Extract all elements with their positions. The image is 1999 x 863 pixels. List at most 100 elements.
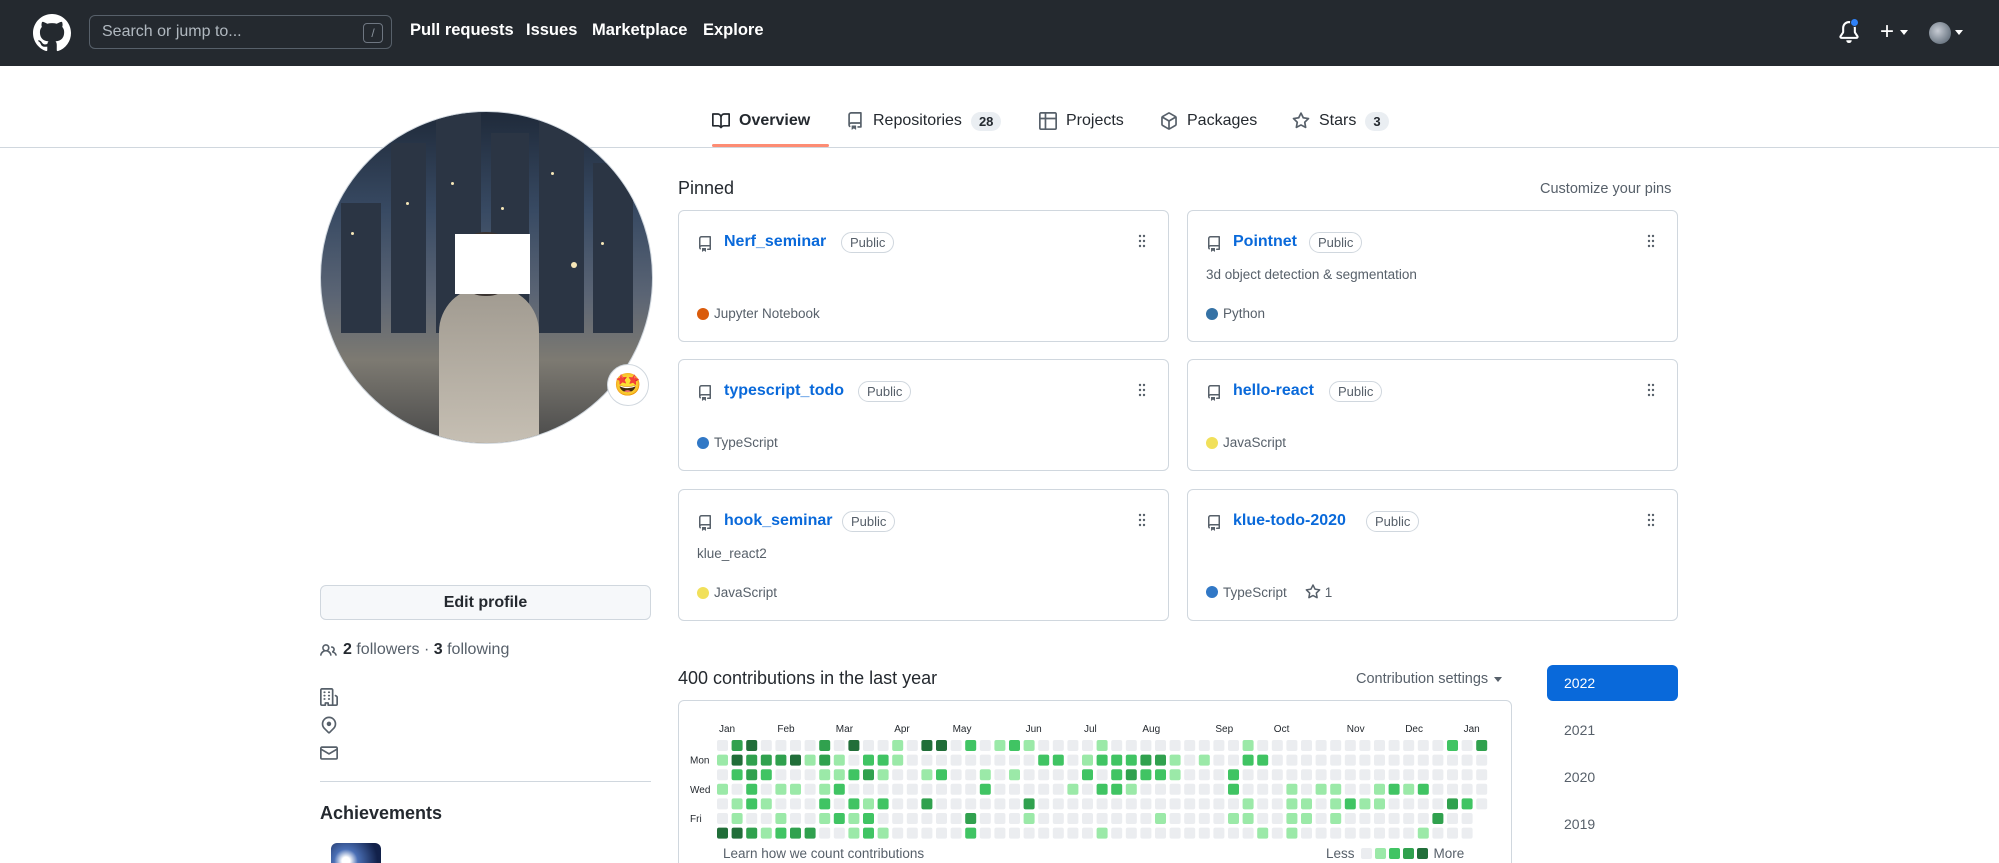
contribution-day-cell[interactable]: [1432, 827, 1444, 839]
contribution-day-cell[interactable]: [760, 827, 772, 839]
contribution-day-cell[interactable]: [819, 783, 831, 795]
status-emoji-button[interactable]: 🤩: [607, 364, 649, 406]
contribution-day-cell[interactable]: [1315, 783, 1327, 795]
contribution-day-cell[interactable]: [1184, 798, 1196, 810]
contribution-day-cell[interactable]: [892, 798, 904, 810]
contribution-day-cell[interactable]: [877, 754, 889, 766]
contribution-day-cell[interactable]: [1228, 798, 1239, 810]
contribution-day-cell[interactable]: [863, 827, 874, 839]
contribution-day-cell[interactable]: [1286, 740, 1298, 751]
contribution-day-cell[interactable]: [819, 813, 831, 824]
contribution-day-cell[interactable]: [848, 754, 860, 766]
contribution-day-cell[interactable]: [760, 754, 772, 766]
contribution-day-cell[interactable]: [1082, 769, 1093, 781]
contribution-day-cell[interactable]: [1476, 740, 1488, 751]
contribution-day-cell[interactable]: [717, 813, 728, 824]
contribution-day-cell[interactable]: [1271, 798, 1283, 810]
search-input[interactable]: [102, 16, 342, 48]
contribution-day-cell[interactable]: [950, 813, 962, 824]
contribution-day-cell[interactable]: [1403, 813, 1415, 824]
contribution-day-cell[interactable]: [790, 754, 801, 766]
contribution-day-cell[interactable]: [1242, 769, 1254, 781]
contribution-day-cell[interactable]: [994, 798, 1006, 810]
contribution-day-cell[interactable]: [877, 740, 889, 751]
nav-marketplace[interactable]: Marketplace: [592, 21, 687, 40]
contribution-day-cell[interactable]: [1140, 769, 1152, 781]
contribution-day-cell[interactable]: [746, 827, 758, 839]
contribution-day-cell[interactable]: [1155, 754, 1166, 766]
contribution-day-cell[interactable]: [775, 798, 787, 810]
contribution-day-cell[interactable]: [906, 783, 918, 795]
contribution-day-cell[interactable]: [1111, 754, 1123, 766]
contribution-day-cell[interactable]: [1388, 769, 1400, 781]
contribution-day-cell[interactable]: [1198, 798, 1210, 810]
contribution-day-cell[interactable]: [731, 783, 743, 795]
contribution-day-cell[interactable]: [892, 754, 904, 766]
contribution-day-cell[interactable]: [1403, 769, 1415, 781]
pinned-repo-name[interactable]: Nerf_seminar: [724, 233, 826, 251]
contribution-day-cell[interactable]: [892, 783, 904, 795]
contribution-day-cell[interactable]: [950, 827, 962, 839]
contribution-day-cell[interactable]: [979, 769, 991, 781]
contribution-day-cell[interactable]: [877, 827, 889, 839]
contribution-day-cell[interactable]: [1184, 740, 1196, 751]
contribution-day-cell[interactable]: [760, 798, 772, 810]
contribution-day-cell[interactable]: [804, 798, 816, 810]
contribution-day-cell[interactable]: [1009, 754, 1020, 766]
contribution-day-cell[interactable]: [1213, 813, 1225, 824]
contribution-day-cell[interactable]: [1403, 754, 1415, 766]
contribution-day-cell[interactable]: [1213, 798, 1225, 810]
contribution-day-cell[interactable]: [1271, 769, 1283, 781]
contribution-day-cell[interactable]: [1242, 813, 1254, 824]
contribution-day-cell[interactable]: [994, 813, 1006, 824]
user-avatar-menu[interactable]: [1929, 22, 1951, 44]
contribution-day-cell[interactable]: [746, 783, 758, 795]
contribution-day-cell[interactable]: [1111, 798, 1123, 810]
contribution-day-cell[interactable]: [1155, 827, 1166, 839]
contribution-day-cell[interactable]: [921, 783, 933, 795]
contribution-day-cell[interactable]: [1315, 813, 1327, 824]
drag-handle-icon[interactable]: [1647, 234, 1655, 248]
contribution-day-cell[interactable]: [1476, 769, 1488, 781]
contribution-day-cell[interactable]: [1067, 754, 1079, 766]
contribution-day-cell[interactable]: [1315, 754, 1327, 766]
contribution-day-cell[interactable]: [1271, 827, 1283, 839]
contribution-day-cell[interactable]: [921, 740, 933, 751]
contribution-day-cell[interactable]: [1359, 798, 1371, 810]
drag-handle-icon[interactable]: [1138, 513, 1146, 527]
contribution-day-cell[interactable]: [746, 813, 758, 824]
contribution-day-cell[interactable]: [1257, 783, 1269, 795]
contribution-day-cell[interactable]: [877, 798, 889, 810]
contribution-day-cell[interactable]: [1242, 827, 1254, 839]
contribution-day-cell[interactable]: [965, 783, 977, 795]
contribution-day-cell[interactable]: [1155, 798, 1166, 810]
contribution-day-cell[interactable]: [1082, 754, 1093, 766]
contribution-day-cell[interactable]: [1257, 827, 1269, 839]
contribution-day-cell[interactable]: [804, 827, 816, 839]
contribution-day-cell[interactable]: [1344, 740, 1356, 751]
contribution-day-cell[interactable]: [1140, 798, 1152, 810]
contribution-day-cell[interactable]: [1038, 827, 1050, 839]
contribution-day-cell[interactable]: [819, 827, 831, 839]
drag-handle-icon[interactable]: [1138, 383, 1146, 397]
pinned-repo-name[interactable]: Pointnet: [1233, 233, 1297, 251]
contribution-day-cell[interactable]: [1286, 798, 1298, 810]
contribution-day-cell[interactable]: [892, 813, 904, 824]
contribution-day-cell[interactable]: [717, 754, 728, 766]
contribution-day-cell[interactable]: [1052, 798, 1064, 810]
nav-explore[interactable]: Explore: [703, 21, 764, 40]
contribution-day-cell[interactable]: [906, 813, 918, 824]
contribution-day-cell[interactable]: [1461, 798, 1473, 810]
contribution-day-cell[interactable]: [1417, 754, 1429, 766]
contribution-day-cell[interactable]: [1125, 754, 1137, 766]
contribution-day-cell[interactable]: [1417, 798, 1429, 810]
contribution-day-cell[interactable]: [1461, 740, 1473, 751]
customize-pins-link[interactable]: Customize your pins: [1540, 181, 1671, 197]
nav-pull-requests[interactable]: Pull requests: [410, 21, 514, 40]
contribution-day-cell[interactable]: [1096, 798, 1108, 810]
nav-issues[interactable]: Issues: [526, 21, 577, 40]
contribution-day-cell[interactable]: [1096, 827, 1108, 839]
pinned-repo-name[interactable]: hello-react: [1233, 382, 1314, 400]
contribution-day-cell[interactable]: [1184, 769, 1196, 781]
contribution-day-cell[interactable]: [1169, 827, 1181, 839]
